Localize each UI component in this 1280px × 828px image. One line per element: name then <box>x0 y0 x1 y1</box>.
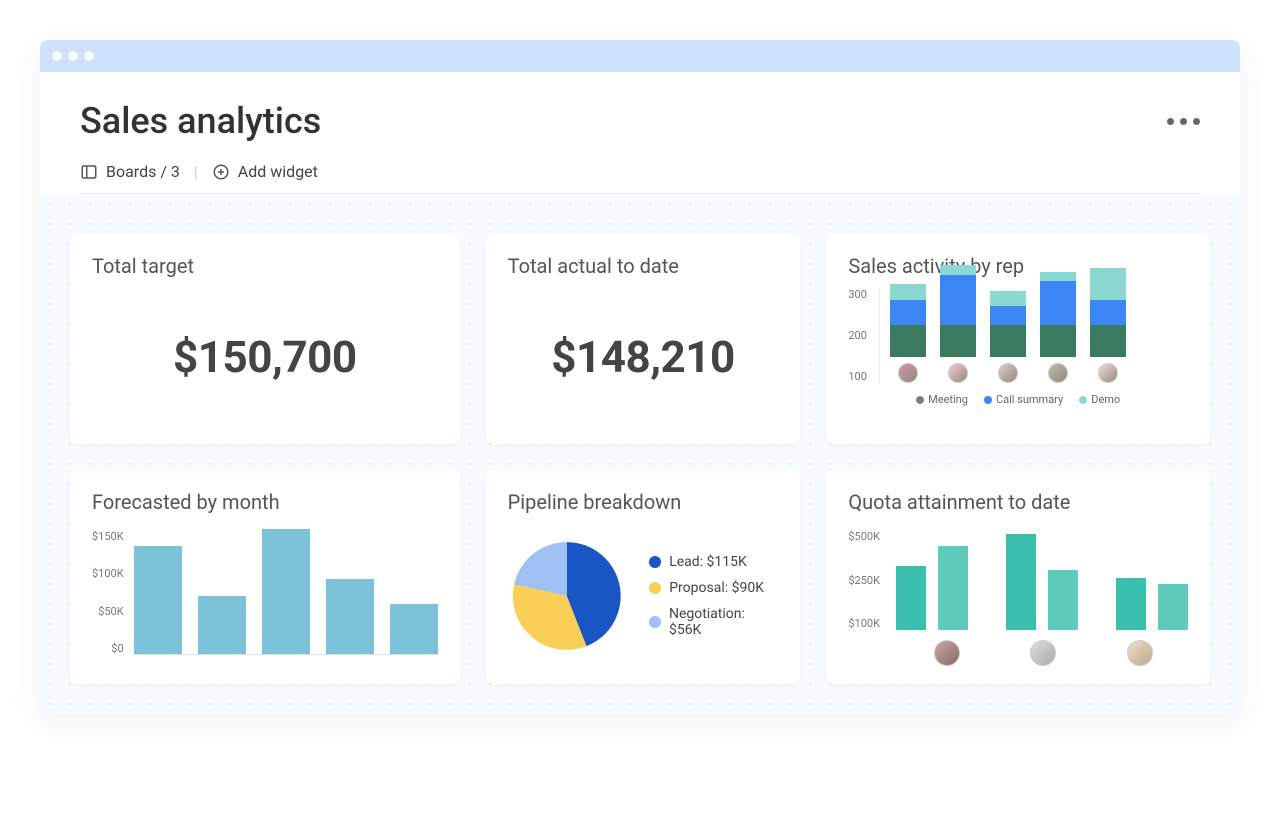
window-titlebar <box>40 40 1240 72</box>
card-total-actual[interactable]: Total actual to date $148,210 <box>486 234 801 444</box>
toolbar-separator: | <box>194 162 198 181</box>
card-quota[interactable]: Quota attainment to date $500K $250K $10… <box>826 470 1210 684</box>
boards-icon <box>80 163 98 181</box>
app-window: Sales analytics Boards / 3 | Add widget … <box>40 40 1240 714</box>
chart-y-axis: 300 200 100 <box>848 288 871 383</box>
add-widget-label: Add widget <box>238 162 318 181</box>
pie-chart <box>508 536 626 656</box>
avatar <box>934 640 960 666</box>
avatar <box>898 363 918 383</box>
add-widget-button[interactable]: Add widget <box>212 162 318 181</box>
total-actual-value: $148,210 <box>508 288 779 426</box>
avatar <box>1048 363 1068 383</box>
card-title: Total target <box>92 254 438 278</box>
card-title: Quota attainment to date <box>848 490 1188 514</box>
plus-circle-icon <box>212 163 230 181</box>
avatar <box>1030 640 1056 666</box>
rep-avatars <box>848 640 1188 666</box>
dashboard-content: Total target $150,700 Total actual to da… <box>40 194 1240 714</box>
avatar <box>1127 640 1153 666</box>
page-header: Sales analytics Boards / 3 | Add widget <box>40 72 1240 194</box>
avatar <box>998 363 1018 383</box>
pie-legend: Lead: $115K Proposal: $90K Negotiation: … <box>649 554 778 638</box>
chart-legend: Meeting Call summary Demo <box>848 393 1188 406</box>
chart-y-axis: $500K $250K $100K <box>848 530 880 630</box>
avatar <box>1098 363 1118 383</box>
page-title: Sales analytics <box>80 100 321 142</box>
card-title: Total actual to date <box>508 254 779 278</box>
bar-chart <box>134 530 438 655</box>
card-forecasted[interactable]: Forecasted by month $150K $100K $50K $0 <box>70 470 460 684</box>
card-total-target[interactable]: Total target $150,700 <box>70 234 460 444</box>
window-control-dot[interactable] <box>84 51 94 61</box>
window-control-dot[interactable] <box>68 51 78 61</box>
card-title: Sales activity by rep <box>848 254 1188 278</box>
card-title: Pipeline breakdown <box>508 490 779 514</box>
more-menu-button[interactable] <box>1167 118 1200 125</box>
total-target-value: $150,700 <box>92 288 438 426</box>
card-title: Forecasted by month <box>92 490 438 514</box>
card-pipeline[interactable]: Pipeline breakdown Lead: $115K Proposal:… <box>486 470 801 684</box>
boards-label: Boards / 3 <box>106 162 180 181</box>
boards-selector[interactable]: Boards / 3 <box>80 162 180 181</box>
toolbar: Boards / 3 | Add widget <box>80 162 1200 194</box>
avatar <box>948 363 968 383</box>
chart-y-axis: $150K $100K $50K $0 <box>92 530 124 655</box>
bar-chart <box>890 530 1188 630</box>
window-control-dot[interactable] <box>52 51 62 61</box>
stacked-bar-chart <box>879 288 1188 383</box>
card-sales-activity[interactable]: Sales activity by rep 300 200 100 Meetin… <box>826 234 1210 444</box>
